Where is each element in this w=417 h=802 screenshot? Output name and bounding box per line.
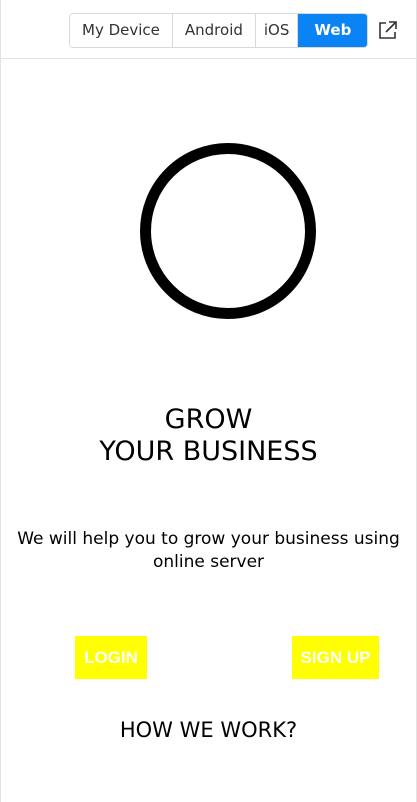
hero-title: GROW YOUR BUSINESS [1,404,416,468]
external-link-icon[interactable] [377,19,399,41]
platform-option-android[interactable]: Android [172,14,256,47]
how-we-work-link[interactable]: HOW WE WORK? [1,716,416,744]
preview-toolbar: My Device Android iOS Web [1,0,416,59]
logo-circle [140,143,316,319]
device-frame: My Device Android iOS Web GROW YOUR BUSI… [0,0,417,802]
platform-option-web[interactable]: Web [298,14,368,47]
login-button[interactable]: LOGIN [75,636,147,679]
platform-selector: My Device Android iOS Web [69,13,369,48]
hero-subtitle: We will help you to grow your business u… [17,529,400,572]
hero-title-line-2: YOUR BUSINESS [99,436,318,467]
hero-title-line-1: GROW [164,404,253,435]
platform-option-ios[interactable]: iOS [255,14,299,47]
platform-option-my-device[interactable]: My Device [70,14,173,47]
sign-up-button[interactable]: SIGN UP [292,636,379,679]
